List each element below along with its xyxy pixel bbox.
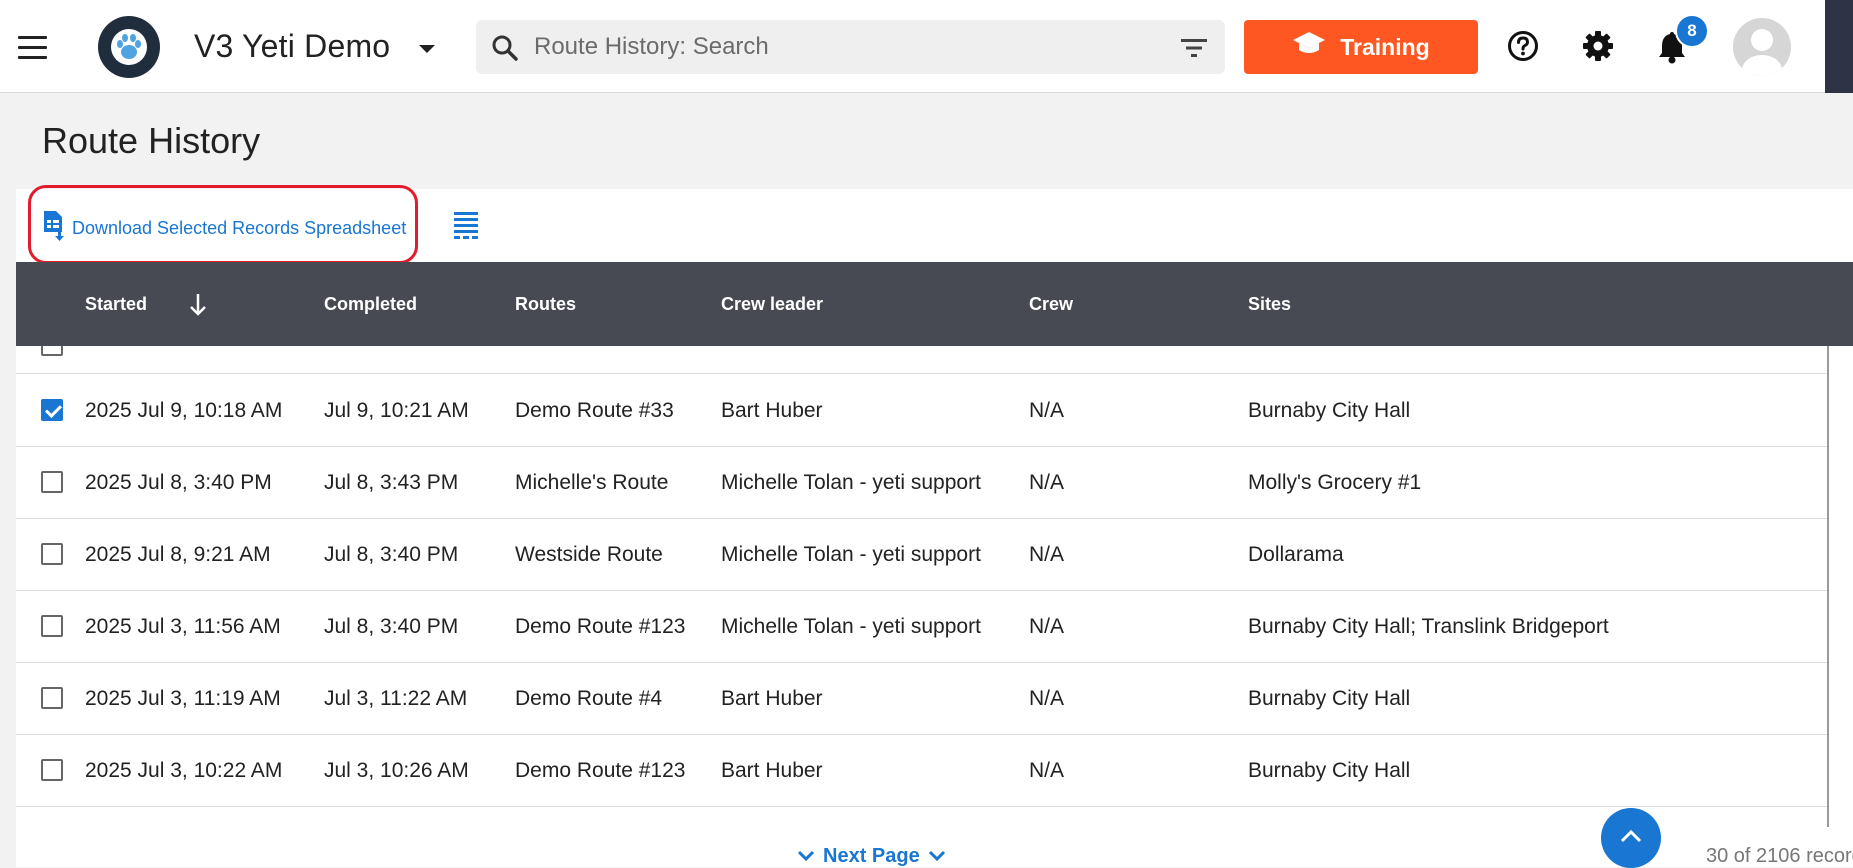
sites-cell: Molly's Grocery #1 <box>1248 471 1422 494</box>
crew-leader-cell: Bart Huber <box>721 399 823 422</box>
route-cell: Demo Route #4 <box>515 687 663 710</box>
yeti-paw-logo[interactable] <box>98 16 160 78</box>
route-cell: Demo Route #123 <box>515 615 686 638</box>
chevron-down-icon <box>928 845 946 868</box>
crew-cell: N/A <box>1029 687 1065 710</box>
started-cell: 2025 Jul 3, 11:19 AM <box>85 687 281 710</box>
notification-count-badge[interactable]: 8 <box>1675 14 1709 48</box>
table-header: Started Completed Routes Crew leader Cre… <box>16 262 1853 346</box>
sites-cell: Burnaby City Hall; Translink Bridgeport <box>1248 615 1609 638</box>
column-header-sites[interactable]: Sites <box>1248 294 1291 315</box>
row-checkbox[interactable] <box>41 687 63 709</box>
sort-descending-arrow-icon[interactable] <box>188 292 208 323</box>
training-button[interactable]: Training <box>1244 20 1478 74</box>
chevron-up-icon <box>1620 829 1642 848</box>
crew-leader-cell: Michelle Tolan - yeti support <box>721 615 981 638</box>
row-checkbox[interactable] <box>41 346 63 356</box>
crew-cell: N/A <box>1029 759 1065 782</box>
crew-leader-cell: Michelle Tolan - yeti support <box>721 543 981 566</box>
row-checkbox[interactable] <box>41 615 63 637</box>
table-row-partial <box>16 346 1828 374</box>
table-row[interactable]: 2025 Jul 8, 9:21 AM Jul 8, 3:40 PM Westsid… <box>16 519 1828 591</box>
crew-cell: N/A <box>1029 471 1065 494</box>
completed-cell: Jul 8, 3:43 PM <box>324 471 459 494</box>
completed-cell: Jul 3, 11:22 AM <box>324 687 468 710</box>
sites-cell: Burnaby City Hall <box>1248 759 1411 782</box>
crew-cell: N/A <box>1029 615 1065 638</box>
user-avatar[interactable] <box>1733 18 1791 76</box>
graduation-cap-icon <box>1292 30 1326 64</box>
started-cell: 2025 Jul 3, 10:22 AM <box>85 759 283 782</box>
top-bar: V3 Yeti Demo Training <box>0 0 1853 93</box>
search-input[interactable] <box>534 29 1134 65</box>
crew-leader-cell: Bart Huber <box>721 759 823 782</box>
row-checkbox[interactable] <box>41 543 63 565</box>
row-checkbox[interactable] <box>41 399 63 421</box>
training-label: Training <box>1340 33 1430 60</box>
column-header-crew-leader[interactable]: Crew leader <box>721 294 823 315</box>
next-page-label: Next Page <box>823 845 920 867</box>
help-icon[interactable] <box>1507 30 1539 67</box>
started-cell: 2025 Jul 8, 9:21 AM <box>85 543 271 566</box>
column-header-completed[interactable]: Completed <box>324 294 417 315</box>
crew-leader-cell: Michelle Tolan - yeti support <box>721 471 981 494</box>
vertical-scrollbar[interactable] <box>1827 346 1829 827</box>
route-cell: Westside Route <box>515 543 663 566</box>
completed-cell: Jul 8, 3:40 PM <box>324 615 459 638</box>
search-bar <box>476 20 1225 74</box>
crew-leader-cell: Bart Huber <box>721 687 823 710</box>
gear-icon[interactable] <box>1582 30 1614 67</box>
filter-icon[interactable] <box>1180 37 1208 64</box>
row-checkbox[interactable] <box>41 759 63 781</box>
chevron-down-icon <box>797 845 815 868</box>
table-row[interactable]: 2025 Jul 3, 11:56 AM Jul 8, 3:40 PM Demo R… <box>16 591 1828 663</box>
right-edge-panel <box>1825 0 1853 93</box>
sites-cell: Dollarama <box>1248 543 1344 566</box>
table-row[interactable]: 2025 Jul 8, 3:40 PM Jul 8, 3:43 PM Michell… <box>16 447 1828 519</box>
table-row[interactable]: 2025 Jul 3, 11:19 AM Jul 3, 11:22 AM Demo … <box>16 663 1828 735</box>
column-header-started[interactable]: Started <box>85 294 147 315</box>
page-title: Route History <box>42 120 261 161</box>
table-row[interactable]: 2025 Jul 3, 10:22 AM Jul 3, 10:26 AM Demo … <box>16 735 1828 807</box>
sites-cell: Burnaby City Hall <box>1248 399 1411 422</box>
app-switcher-caret-icon[interactable] <box>419 45 435 53</box>
column-settings-icon[interactable] <box>453 211 479 248</box>
highlight-annotation <box>28 185 418 264</box>
completed-cell: Jul 9, 10:21 AM <box>324 399 469 422</box>
app-title[interactable]: V3 Yeti Demo <box>194 28 390 65</box>
started-cell: 2025 Jul 9, 10:18 AM <box>85 399 283 422</box>
column-header-routes[interactable]: Routes <box>515 294 576 315</box>
row-checkbox[interactable] <box>41 471 63 493</box>
sites-cell: Burnaby City Hall <box>1248 687 1411 710</box>
started-cell: 2025 Jul 3, 11:56 AM <box>85 615 281 638</box>
completed-cell: Jul 3, 10:26 AM <box>324 759 469 782</box>
route-cell: Demo Route #123 <box>515 759 686 782</box>
route-cell: Demo Route #33 <box>515 399 674 422</box>
column-header-crew[interactable]: Crew <box>1029 294 1073 315</box>
hamburger-menu-icon[interactable] <box>18 36 52 60</box>
record-count: 30 of 2106 records <box>1706 845 1853 867</box>
next-page-button[interactable]: Next Page <box>797 845 946 868</box>
completed-cell: Jul 8, 3:40 PM <box>324 543 459 566</box>
crew-cell: N/A <box>1029 543 1065 566</box>
search-icon <box>490 33 520 68</box>
crew-cell: N/A <box>1029 399 1065 422</box>
started-cell: 2025 Jul 8, 3:40 PM <box>85 471 272 494</box>
table-row[interactable]: 2025 Jul 9, 10:18 AM Jul 9, 10:21 AM Demo … <box>16 375 1828 447</box>
route-cell: Michelle's Route <box>515 471 669 494</box>
scroll-to-top-button[interactable] <box>1601 808 1661 868</box>
